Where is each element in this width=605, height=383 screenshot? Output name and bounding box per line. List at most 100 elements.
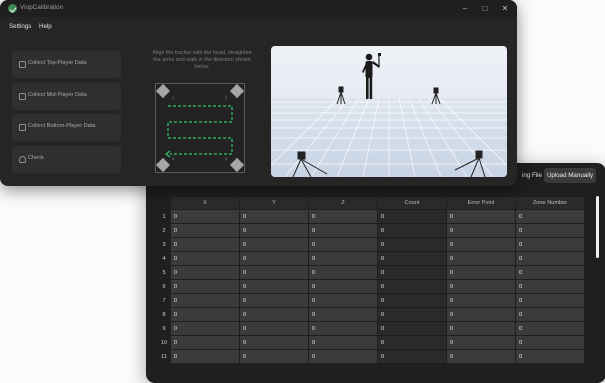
table-cell[interactable]: 0 — [240, 210, 308, 223]
row-number: 1 — [155, 210, 170, 223]
table-cell[interactable]: 0 — [447, 280, 515, 293]
table-cell[interactable]: 0 — [240, 266, 308, 279]
minimize-button[interactable]: – — [458, 3, 472, 14]
table-cell[interactable]: 0 — [378, 308, 446, 321]
column-header-x[interactable]: X — [171, 197, 239, 209]
table-cell[interactable]: 0 — [171, 322, 239, 335]
table-cell[interactable]: 0 — [240, 336, 308, 349]
column-header-z[interactable]: Z — [309, 197, 377, 209]
table-cell[interactable]: 0 — [516, 322, 584, 335]
table-row: 4000000 — [155, 252, 584, 265]
app-logo-icon — [8, 4, 17, 13]
table-cell[interactable]: 0 — [378, 238, 446, 251]
table-cell[interactable]: 0 — [171, 238, 239, 251]
table-cell[interactable]: 0 — [447, 210, 515, 223]
table-cell[interactable]: 0 — [378, 322, 446, 335]
table-cell[interactable]: 0 — [240, 322, 308, 335]
table-cell[interactable]: 0 — [447, 252, 515, 265]
table-cell[interactable]: 0 — [516, 350, 584, 363]
table-cell[interactable]: 0 — [309, 336, 377, 349]
table-cell[interactable]: 0 — [516, 280, 584, 293]
table-cell[interactable]: 0 — [378, 224, 446, 237]
table-cell[interactable]: 0 — [240, 224, 308, 237]
table-cell[interactable]: 0 — [516, 210, 584, 223]
table-cell[interactable]: 0 — [240, 308, 308, 321]
close-button[interactable]: ✕ — [498, 3, 512, 14]
column-header-error-point[interactable]: Error Point — [447, 197, 515, 209]
walk-path-icon — [165, 105, 233, 158]
table-cell[interactable]: 0 — [171, 350, 239, 363]
table-cell[interactable]: 0 — [171, 252, 239, 265]
table-row: 9000000 — [155, 322, 584, 335]
table-cell[interactable]: 0 — [378, 350, 446, 363]
3d-preview-viewport[interactable] — [271, 46, 507, 177]
table-cell[interactable]: 0 — [378, 252, 446, 265]
table-cell[interactable]: 0 — [516, 294, 584, 307]
table-cell[interactable]: 0 — [309, 210, 377, 223]
table-cell[interactable]: 0 — [309, 238, 377, 251]
row-number: 6 — [155, 280, 170, 293]
collect-mid-player-label: Collect Mid-Player Data — [28, 92, 87, 98]
table-row: 7000000 — [155, 294, 584, 307]
table-cell[interactable]: 0 — [309, 308, 377, 321]
table-cell[interactable]: 0 — [516, 252, 584, 265]
table-cell[interactable]: 0 — [309, 252, 377, 265]
table-cell[interactable]: 0 — [378, 336, 446, 349]
table-cell[interactable]: 0 — [240, 238, 308, 251]
table-cell[interactable]: 0 — [447, 224, 515, 237]
table-cell[interactable]: 0 — [171, 294, 239, 307]
table-cell[interactable]: 0 — [516, 266, 584, 279]
table-cell[interactable]: 0 — [171, 308, 239, 321]
column-header-y[interactable]: Y — [240, 197, 308, 209]
table-cell[interactable]: 0 — [447, 308, 515, 321]
table-cell[interactable]: 0 — [171, 280, 239, 293]
table-cell[interactable]: 0 — [309, 224, 377, 237]
menu-settings[interactable]: Settings — [9, 23, 31, 30]
table-cell[interactable]: 0 — [447, 322, 515, 335]
table-cell[interactable]: 0 — [240, 280, 308, 293]
table-cell[interactable]: 0 — [171, 336, 239, 349]
table-cell[interactable]: 0 — [171, 266, 239, 279]
table-cell[interactable]: 0 — [378, 266, 446, 279]
row-number: 7 — [155, 294, 170, 307]
table-cell[interactable]: 0 — [309, 266, 377, 279]
row-number: 8 — [155, 308, 170, 321]
table-cell[interactable]: 0 — [378, 280, 446, 293]
table-cell[interactable]: 0 — [171, 224, 239, 237]
row-number: 5 — [155, 266, 170, 279]
column-header-zone-number[interactable]: Zone Number — [516, 197, 584, 209]
table-cell[interactable]: 0 — [171, 210, 239, 223]
table-cell[interactable]: 0 — [378, 210, 446, 223]
table-cell[interactable]: 0 — [447, 294, 515, 307]
table-cell[interactable]: 0 — [447, 336, 515, 349]
table-cell[interactable]: 0 — [240, 252, 308, 265]
table-cell[interactable]: 0 — [378, 294, 446, 307]
collect-top-player-button[interactable]: Collect Top-Player Data — [12, 51, 121, 78]
grid-icon — [19, 93, 26, 100]
table-cell[interactable]: 0 — [447, 266, 515, 279]
column-header-count[interactable]: Count — [378, 197, 446, 209]
table-cell[interactable]: 0 — [516, 238, 584, 251]
collect-top-player-label: Collect Top-Player Data — [28, 60, 87, 66]
upload-manually-button[interactable]: Upload Manually — [544, 168, 596, 183]
collect-mid-player-button[interactable]: Collect Mid-Player Data — [12, 83, 121, 110]
check-button[interactable]: Check — [12, 146, 121, 173]
table-cell[interactable]: 0 — [240, 294, 308, 307]
title-bar: ViopCalibration – □ ✕ — [0, 0, 517, 17]
table-cell[interactable]: 0 — [516, 336, 584, 349]
menu-help[interactable]: Help — [39, 23, 52, 30]
table-cell[interactable]: 0 — [309, 280, 377, 293]
maximize-button[interactable]: □ — [478, 3, 492, 14]
table-cell[interactable]: 0 — [447, 238, 515, 251]
table-cell[interactable]: 0 — [240, 350, 308, 363]
table-cell[interactable]: 0 — [309, 294, 377, 307]
table-row: 5000000 — [155, 266, 584, 279]
table-cell[interactable]: 0 — [309, 322, 377, 335]
table-cell[interactable]: 0 — [309, 350, 377, 363]
vertical-scrollbar[interactable] — [596, 196, 599, 258]
shield-icon — [19, 156, 26, 163]
table-cell[interactable]: 0 — [447, 350, 515, 363]
table-cell[interactable]: 0 — [516, 224, 584, 237]
collect-bottom-player-button[interactable]: Collect Bottom-Player Data — [12, 114, 121, 141]
table-cell[interactable]: 0 — [516, 308, 584, 321]
